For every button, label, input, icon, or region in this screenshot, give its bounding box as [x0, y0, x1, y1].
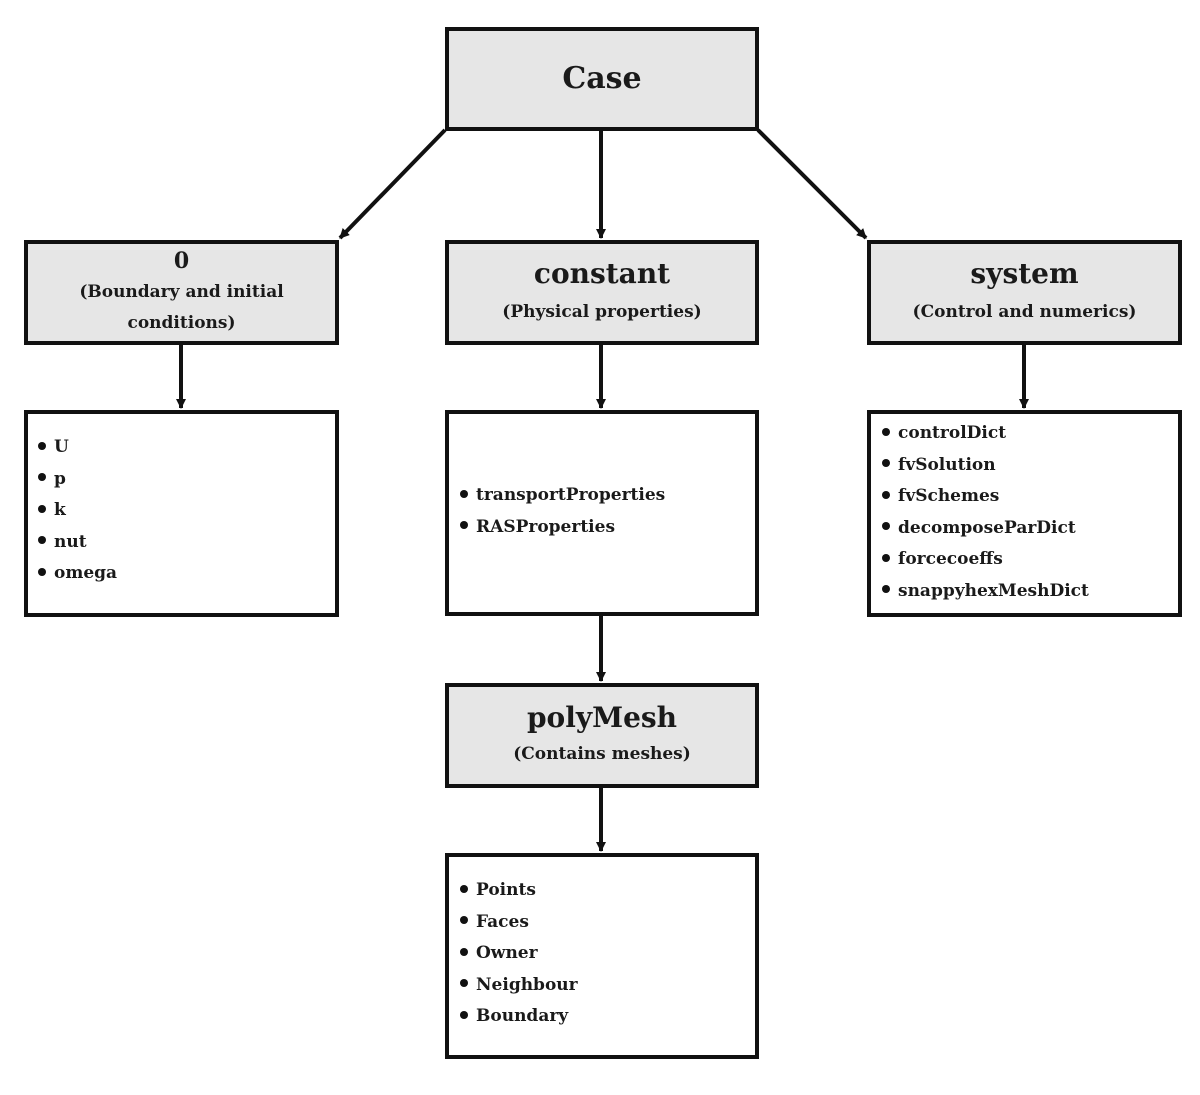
- list-item: omega: [38, 558, 117, 590]
- list-item: nut: [38, 527, 117, 559]
- system-node: system (Control and numerics): [867, 240, 1182, 345]
- polymesh-files-list: Points Faces Owner Neighbour Boundary: [460, 875, 578, 1033]
- system-title: system: [970, 257, 1079, 291]
- constant-files-box: transportProperties RASProperties: [445, 410, 759, 616]
- list-item: Owner: [460, 938, 578, 970]
- list-item: snappyhexMeshDict: [882, 576, 1089, 608]
- polymesh-title: polyMesh: [526, 701, 678, 735]
- arrow-case-to-system: [756, 128, 868, 240]
- zero-subtitle-line1: (Boundary and initial: [79, 282, 284, 302]
- case-title: Case: [562, 61, 642, 96]
- list-item: fvSolution: [882, 450, 1089, 482]
- list-item: Points: [460, 875, 578, 907]
- list-item: forcecoeffs: [882, 544, 1089, 576]
- zero-title: 0: [173, 248, 190, 274]
- polymesh-subtitle: (Contains meshes): [513, 743, 691, 764]
- list-item: Boundary: [460, 1001, 578, 1033]
- polymesh-files-box: Points Faces Owner Neighbour Boundary: [445, 853, 759, 1059]
- list-item: RASProperties: [460, 512, 665, 544]
- polymesh-node: polyMesh (Contains meshes): [445, 683, 759, 788]
- zero-subtitle-line2: conditions): [127, 313, 236, 333]
- system-subtitle: (Control and numerics): [912, 301, 1137, 322]
- zero-files-list: U p k nut omega: [38, 432, 117, 590]
- arrow-case-to-zero: [338, 128, 447, 240]
- constant-subtitle: (Physical properties): [502, 301, 702, 322]
- case-node: Case: [445, 27, 759, 131]
- list-item: fvSchemes: [882, 481, 1089, 513]
- system-files-box: controlDict fvSolution fvSchemes decompo…: [867, 410, 1182, 617]
- list-item: k: [38, 495, 117, 527]
- zero-files-box: U p k nut omega: [24, 410, 339, 617]
- zero-node: 0 (Boundary and initial conditions): [24, 240, 339, 345]
- constant-node: constant (Physical properties): [445, 240, 759, 345]
- list-item: p: [38, 464, 117, 496]
- list-item: U: [38, 432, 117, 464]
- constant-title: constant: [533, 257, 671, 291]
- system-files-list: controlDict fvSolution fvSchemes decompo…: [882, 418, 1089, 608]
- list-item: transportProperties: [460, 480, 665, 512]
- constant-files-list: transportProperties RASProperties: [460, 480, 665, 543]
- list-item: controlDict: [882, 418, 1089, 450]
- list-item: Neighbour: [460, 970, 578, 1002]
- list-item: decomposeParDict: [882, 513, 1089, 545]
- list-item: Faces: [460, 907, 578, 939]
